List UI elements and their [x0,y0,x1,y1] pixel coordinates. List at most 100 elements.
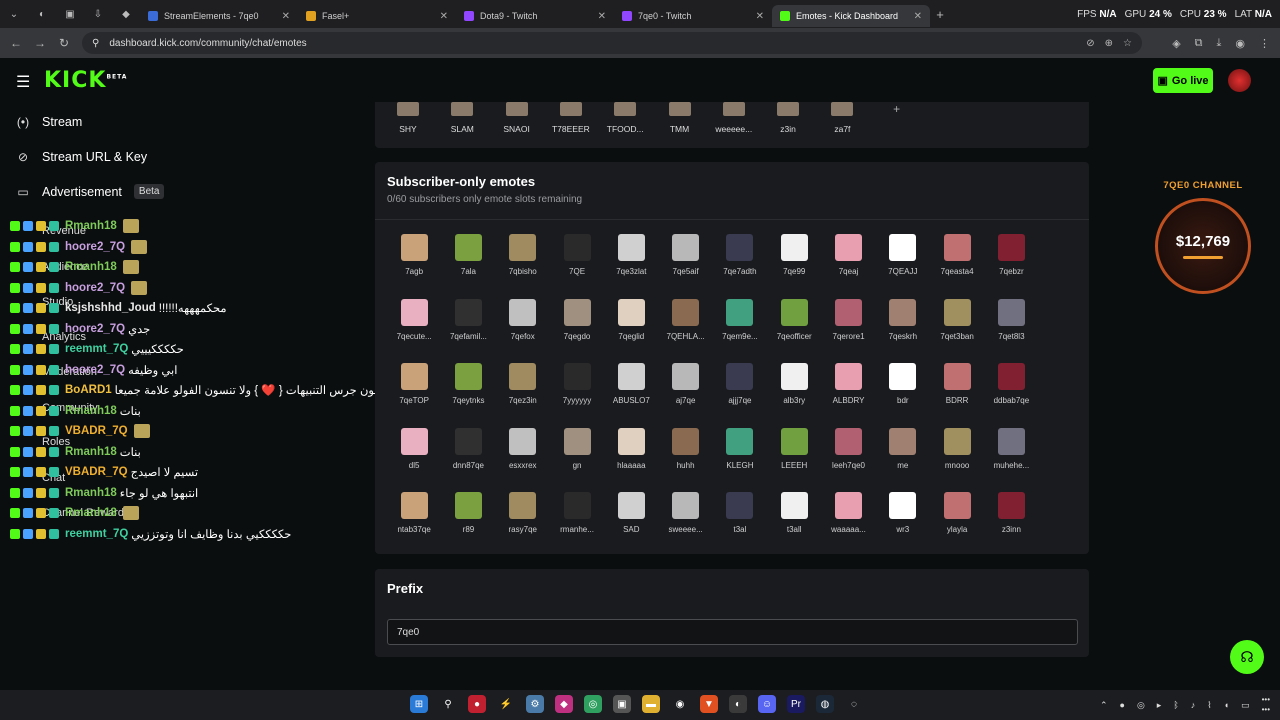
subscriber-emote[interactable]: wr3 [876,490,930,555]
subscriber-emote[interactable]: 7qebzr [984,232,1038,297]
channel-emote[interactable]: SHY [381,102,435,134]
user-avatar[interactable] [1228,69,1251,92]
subscriber-emote[interactable]: rasy7qe [496,490,550,555]
subscriber-emote[interactable]: 7qem9e... [713,297,767,362]
channel-emote[interactable]: SLAM [435,102,489,134]
subscriber-emote[interactable]: 7agb [387,232,441,297]
tab-close-icon[interactable]: ✕ [914,11,922,22]
subscriber-emote[interactable]: hlaaaaa [604,426,658,491]
chat-username[interactable]: hoore2_7Q [65,323,125,335]
browser-tab[interactable]: 7qe0 - Twitch ✕ [614,5,772,27]
app-icon-5[interactable]: ▣ [613,695,631,713]
reload-icon[interactable]: ↻ [52,36,76,50]
tab-close-icon[interactable]: ✕ [598,11,606,22]
channel-emote[interactable]: SNAOI [490,102,544,134]
url-bar[interactable]: ⚲ dashboard.kick.com/community/chat/emot… [82,32,1142,54]
bluetooth-icon[interactable]: ᛒ [1173,700,1178,710]
subscriber-emote[interactable]: 7qe3zlat [604,232,658,297]
discord-icon[interactable]: ☺ [758,695,776,713]
chat-username[interactable]: reemmt_7Q [65,343,128,355]
bookmark-star-icon[interactable]: ☆ [1123,38,1132,49]
browser-tab[interactable]: Fasel+ ✕ [298,5,456,27]
tab-close-icon[interactable]: ✕ [282,11,290,22]
subscriber-emote[interactable]: ntab37qe [387,490,441,555]
channel-emote[interactable]: za7f [815,102,869,134]
app-icon-3[interactable]: ◆ [555,695,573,713]
cast-icon[interactable]: ⊘ [1086,38,1094,49]
subscriber-emote[interactable]: leeh7qe0 [821,426,875,491]
subscriber-emote[interactable]: 7QEHLA... [658,297,712,362]
menu-kebab-icon[interactable]: ⋮ [1259,37,1270,50]
app-icon-4[interactable]: ◎ [584,695,602,713]
channel-emote[interactable]: z3in [761,102,815,134]
back-icon[interactable]: ← [4,36,28,50]
sidebar-item-stream[interactable]: (•) Stream [0,104,360,139]
channel-emote[interactable]: TFOOD... [598,102,652,134]
chat-username[interactable]: Rmanh18 [65,220,117,232]
subscriber-emote[interactable]: 7qe99 [767,232,821,297]
search-icon[interactable]: ⚲ [439,695,457,713]
chat-username[interactable]: BoARD1 [65,384,112,396]
subscriber-emote[interactable]: ylayla [930,490,984,555]
browser-tab[interactable]: Emotes - Kick Dashboard ✕ [772,5,930,27]
subscriber-emote[interactable]: waaaaa... [821,490,875,555]
tray-icon-1[interactable]: ● [1120,700,1125,710]
tab-search-icon[interactable]: ⌄ [0,0,28,28]
pinned-tab-4[interactable]: ◆ [112,0,140,28]
subscriber-emote[interactable]: 7qeasta4 [930,232,984,297]
subscriber-emote[interactable]: 7qbisho [496,232,550,297]
app-icon-2[interactable]: ⚡ [497,695,515,713]
settings-icon[interactable]: ⚙ [526,695,544,713]
app-icon-1[interactable]: ● [468,695,486,713]
chat-username[interactable]: hoore2_7Q [65,364,125,376]
premiere-icon[interactable]: Pr [787,695,805,713]
brave-icon[interactable]: ▼ [700,695,718,713]
steam-icon[interactable]: ◍ [816,695,834,713]
forward-icon[interactable]: → [28,36,52,50]
subscriber-emote[interactable]: 7qeTOP [387,361,441,426]
wifi-icon[interactable]: ⌇ [1207,700,1211,711]
extension-icon[interactable]: ◈ [1172,37,1180,50]
chrome-icon[interactable]: ◐ [729,695,747,713]
chat-username[interactable]: hoore2_7Q [65,241,125,253]
chevron-up-icon[interactable]: ⌃ [1100,700,1108,711]
channel-emote[interactable]: TMM [653,102,707,134]
subscriber-emote[interactable]: BDRR [930,361,984,426]
channel-emote[interactable]: weeeee... [707,102,761,134]
subscriber-emote[interactable]: 7qefamil... [441,297,495,362]
subscriber-emote[interactable]: 7qefox [496,297,550,362]
extensions-puzzle-icon[interactable]: ⧉ [1195,37,1203,50]
subscriber-emote[interactable]: dnn87qe [441,426,495,491]
subscriber-emote[interactable]: t3al [713,490,767,555]
subscriber-emote[interactable]: ALBDRY [821,361,875,426]
download-icon[interactable]: ⤓ [1217,37,1222,50]
subscriber-emote[interactable]: ajjj7qe [713,361,767,426]
subscriber-emote[interactable]: 7QEAJJ [876,232,930,297]
subscriber-emote[interactable]: SAD [604,490,658,555]
add-emote-button[interactable]: + [870,102,924,116]
subscriber-emote[interactable]: 7qecute... [387,297,441,362]
sidebar-item-advertisement[interactable]: ▭ Advertisement Beta [0,174,360,209]
tab-close-icon[interactable]: ✕ [756,11,764,22]
browser-tab[interactable]: StreamElements - 7qe0 ✕ [140,5,298,27]
kick-logo[interactable]: KICKBETA [44,68,127,93]
chat-username[interactable]: Rmanh18 [65,487,117,499]
tray-icon-2[interactable]: ◎ [1137,700,1145,711]
tray-icon-3[interactable]: ▸ [1157,700,1162,711]
chat-username[interactable]: VBADR_7Q [65,466,128,478]
chat-username[interactable]: reemmt_7Q [65,528,128,540]
subscriber-emote[interactable]: 7qez3in [496,361,550,426]
subscriber-emote[interactable]: r89 [441,490,495,555]
subscriber-emote[interactable]: 7QE [550,232,604,297]
site-info-icon[interactable]: ⚲ [92,38,99,49]
subscriber-emote[interactable]: 7qe7adth [713,232,767,297]
chat-username[interactable]: hoore2_7Q [65,282,125,294]
subscriber-emote[interactable]: 7qeofficer [767,297,821,362]
battery-icon[interactable]: ▭ [1241,700,1250,711]
subscriber-emote[interactable]: 7qe5aif [658,232,712,297]
subscriber-emote[interactable]: rmanhe... [550,490,604,555]
subscriber-emote[interactable]: me [876,426,930,491]
hamburger-menu-icon[interactable]: ☰ [16,72,30,92]
subscriber-emote[interactable]: 7qegdo [550,297,604,362]
support-chat-button[interactable]: ☊ [1230,640,1264,674]
